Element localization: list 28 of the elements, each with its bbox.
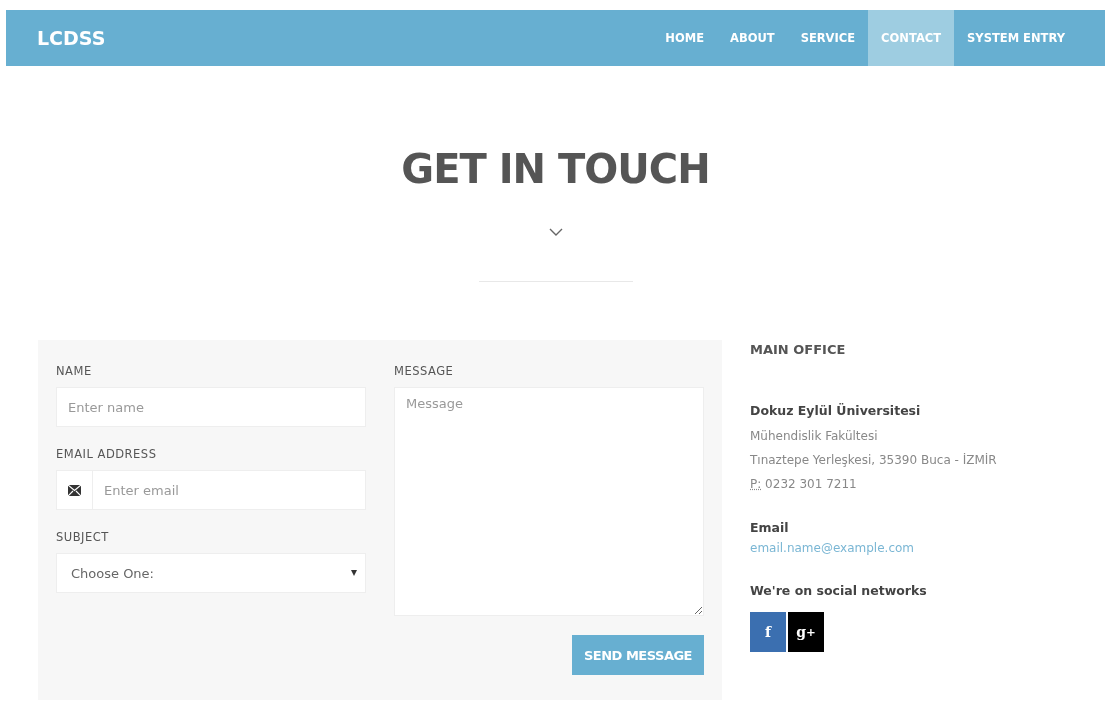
dropdown-arrow-icon — [351, 570, 357, 576]
subject-dropdown[interactable]: Choose One: — [56, 553, 366, 593]
social-button[interactable]: f — [750, 612, 786, 652]
nav-link[interactable]: SYSTEM ENTRY — [954, 10, 1105, 66]
phone-number: P: 0232 301 7211 — [750, 476, 858, 493]
chevron-down-icon — [548, 228, 563, 237]
nav-link[interactable]: CONTACT — [868, 10, 955, 66]
address-line: Tınaztepe Yerleşkesi, 35390 Buca - İZMİR — [750, 452, 997, 469]
logo: LCDSS — [37, 26, 107, 51]
organization-name: Dokuz Eylül Üniversitesi — [750, 403, 922, 418]
email-field[interactable]: Enter email — [56, 470, 366, 510]
send-message-button[interactable]: SEND MESSAGE — [572, 635, 704, 675]
nav-link[interactable]: HOME — [652, 10, 717, 66]
nav-link[interactable]: ABOUT — [717, 10, 788, 66]
field-label: EMAIL ADDRESS — [56, 447, 158, 461]
envelope-icon — [68, 484, 81, 496]
page-heading: GET IN TOUCH — [400, 146, 711, 192]
email-link[interactable]: email.name@example.com — [750, 541, 997, 555]
field-label: SUBJECT — [56, 530, 110, 544]
social-title: We're on social networks — [750, 583, 928, 598]
email-title: Email — [750, 520, 790, 535]
section-title: MAIN OFFICE — [750, 342, 847, 357]
address-line: Mühendislik Fakültesi — [750, 428, 879, 445]
field-label: NAME — [56, 364, 93, 378]
field-label: MESSAGE — [394, 364, 455, 378]
name-field[interactable]: Enter name — [56, 387, 366, 427]
nav-link[interactable]: SERVICE — [787, 10, 869, 66]
message-field[interactable]: Message — [394, 387, 704, 616]
